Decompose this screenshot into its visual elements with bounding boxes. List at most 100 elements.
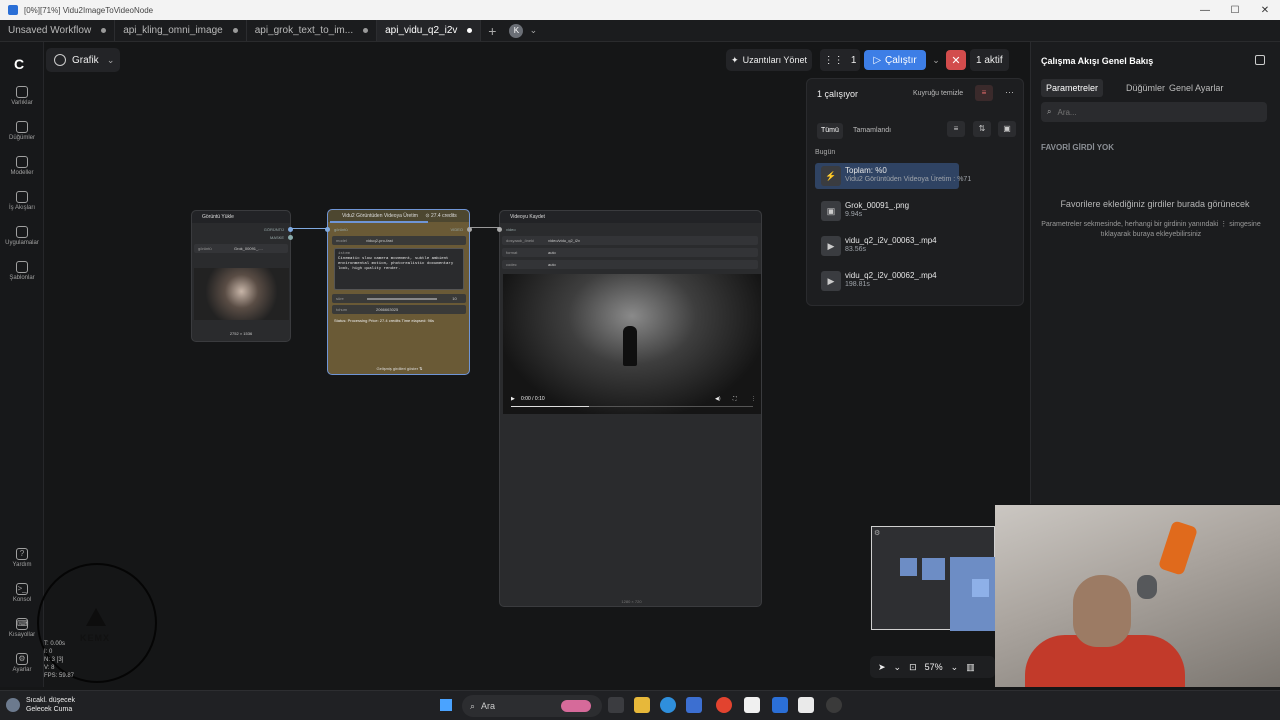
edge-icon[interactable] bbox=[660, 697, 676, 713]
tab-api-grok[interactable]: api_grok_text_to_im... bbox=[247, 20, 378, 41]
sort-icon[interactable]: ⇅ bbox=[973, 121, 991, 137]
active-jobs-badge[interactable]: 1 aktif bbox=[970, 49, 1009, 71]
duration-slider[interactable]: süre 10 bbox=[332, 294, 466, 303]
sidebar-item-assets[interactable]: Varlıklar bbox=[0, 86, 44, 106]
add-tab-button[interactable]: + bbox=[481, 20, 503, 41]
store-icon[interactable] bbox=[686, 697, 702, 713]
video-thumbnail-icon: ▶ bbox=[821, 236, 841, 256]
windows-start-icon[interactable] bbox=[440, 699, 452, 711]
sidebar-item-apps[interactable]: Uygulamalar bbox=[0, 226, 44, 246]
file-explorer-icon[interactable] bbox=[634, 697, 650, 713]
sidebar-item-settings[interactable]: ⚙ Ayarlar bbox=[0, 653, 44, 673]
video-more-icon[interactable]: ⋮ bbox=[751, 396, 756, 402]
queue-item[interactable]: ▶ vidu_q2_i2v_00063_.mp4 83.56s bbox=[815, 233, 1015, 259]
taskbar-search[interactable]: ⌕ Ara bbox=[462, 695, 602, 717]
play-icon[interactable]: ▶ bbox=[511, 396, 515, 402]
tab-nodes[interactable]: Düğümler bbox=[1121, 79, 1170, 97]
tab-label: api_vidu_q2_i2v bbox=[385, 25, 458, 36]
volume-icon[interactable]: ◀) bbox=[715, 396, 721, 402]
minimap-toggle-icon[interactable]: ▥ bbox=[966, 662, 975, 673]
video-player[interactable]: ▶ 0:00 / 0:10 ◀) ⛶ ⋮ bbox=[503, 274, 761, 414]
graph-label: Grafik bbox=[72, 54, 99, 66]
sidebar-item-help[interactable]: ? Yardım bbox=[0, 548, 44, 568]
unsaved-dot-icon bbox=[232, 28, 238, 33]
queue-tab-completed[interactable]: Tamamlandı bbox=[849, 123, 895, 139]
image-file-field[interactable]: görüntü Grok_00091_.... bbox=[194, 244, 288, 253]
clear-queue-button[interactable]: Kuyruğu temizle bbox=[913, 90, 963, 97]
sidebar-item-models[interactable]: Modeller bbox=[0, 156, 44, 176]
queue-item[interactable]: ▣ Grok_00091_.png 9.94s bbox=[815, 198, 1015, 224]
codec-select[interactable]: codec auto bbox=[502, 260, 758, 269]
format-select[interactable]: format auto bbox=[502, 248, 758, 257]
batch-count-stepper[interactable]: ⋮⋮ 1 bbox=[820, 49, 860, 71]
field-value: Grok_00091_.... bbox=[234, 246, 263, 251]
capcut-icon[interactable] bbox=[798, 697, 814, 713]
manage-extensions-button[interactable]: ✦ Uzantıları Yönet bbox=[726, 49, 812, 71]
chevron-down-icon[interactable]: ⌄ bbox=[894, 662, 902, 673]
maximize-icon[interactable]: ☐ bbox=[1220, 5, 1250, 16]
pointer-tool-icon[interactable]: ➤ bbox=[878, 662, 886, 673]
canvas-minimap[interactable]: ⚙ bbox=[871, 526, 996, 631]
model-select[interactable]: model viduq2-pro-fast bbox=[332, 236, 466, 245]
more-options-icon[interactable]: ⋯ bbox=[1005, 87, 1014, 98]
tab-global-settings[interactable]: Genel Ayarlar bbox=[1164, 79, 1228, 97]
slider-track bbox=[367, 297, 438, 300]
user-menu[interactable]: K ⌄ bbox=[503, 20, 545, 41]
chevron-down-icon[interactable]: ⌄ bbox=[951, 662, 959, 673]
gallery-icon[interactable]: ▣ bbox=[998, 121, 1016, 137]
prompt-textarea[interactable]: istem Cinematic slow camera movement, su… bbox=[334, 248, 464, 290]
search-input[interactable] bbox=[1057, 107, 1238, 117]
queue-tab-all[interactable]: Tümü bbox=[817, 123, 843, 139]
filename-prefix-field[interactable]: dosyaadı_öneki video/vidu_q2_i2v bbox=[502, 236, 758, 245]
image-dimensions: 2752 × 1536 bbox=[229, 331, 253, 336]
sidebar-item-console[interactable]: >_ Konsol bbox=[0, 583, 44, 603]
fullscreen-icon[interactable]: ⛶ bbox=[733, 396, 737, 402]
minimize-icon[interactable]: — bbox=[1190, 5, 1220, 16]
graph-mode-button[interactable]: Grafik ⌄ bbox=[46, 48, 120, 72]
fit-view-icon[interactable]: ⊡ bbox=[909, 662, 917, 673]
filter-icon[interactable]: ≡ bbox=[947, 121, 965, 137]
comfy-logo-icon[interactable]: C bbox=[14, 56, 24, 72]
sidebar-item-workflows[interactable]: İş Akışları bbox=[0, 191, 44, 211]
search-icon: ⌕ bbox=[470, 700, 476, 711]
video-progress[interactable] bbox=[511, 406, 753, 407]
node-load-image[interactable]: Görüntü Yükle GÖRÜNTÜ MASKE görüntü Grok_… bbox=[191, 210, 293, 342]
minimap-settings-icon[interactable]: ⚙ bbox=[874, 529, 880, 537]
cancel-run-button[interactable]: ✕ bbox=[946, 50, 966, 70]
close-window-icon[interactable]: ✕ bbox=[1250, 5, 1280, 16]
seed-stepper[interactable]: tohum 2066663025 bbox=[332, 305, 466, 314]
input-video-port[interactable] bbox=[497, 227, 502, 232]
output-mask-port[interactable] bbox=[288, 235, 293, 240]
tab-label: api_kling_omni_image bbox=[123, 25, 223, 36]
task-view-icon[interactable] bbox=[608, 697, 624, 713]
run-button[interactable]: ▷ Çalıştır bbox=[864, 50, 926, 70]
chrome-icon[interactable] bbox=[716, 697, 732, 713]
tab-api-vidu[interactable]: api_vidu_q2_i2v bbox=[377, 20, 482, 41]
input-image-label: görüntü bbox=[334, 227, 348, 232]
image-icon bbox=[16, 86, 28, 98]
show-advanced-inputs-button[interactable]: Gelişmiş girdileri göster ⇅ bbox=[328, 366, 471, 371]
puzzle-icon: ✦ bbox=[731, 54, 739, 65]
sidebar-item-templates[interactable]: Şablonlar bbox=[0, 261, 44, 281]
sidebar-item-label: Kısayollar bbox=[8, 632, 36, 638]
zoom-level[interactable]: 57% bbox=[925, 662, 943, 672]
sidebar-item-nodes[interactable]: Düğümler bbox=[0, 121, 44, 141]
queue-item[interactable]: ▶ vidu_q2_i2v_00062_.mp4 198.81s bbox=[815, 268, 1015, 294]
tab-unsaved-workflow[interactable]: Unsaved Workflow bbox=[0, 20, 116, 41]
dock-panel-icon[interactable] bbox=[1255, 55, 1265, 65]
comfy-app-icon[interactable] bbox=[772, 697, 788, 713]
obs-icon[interactable] bbox=[826, 697, 842, 713]
yandex-icon[interactable] bbox=[744, 697, 760, 713]
queue-item-running[interactable]: ⚡ Toplam: %0 Vidu2 Görüntüden Videoya Ür… bbox=[815, 163, 971, 189]
run-options-chevron-icon[interactable]: ⌄ bbox=[930, 55, 942, 66]
tab-parameters[interactable]: Parametreler bbox=[1041, 79, 1104, 97]
node-vidu2-image-to-video[interactable]: Vidu2 Görüntüden Videoya Üretim ⊙ 27.4 c… bbox=[325, 209, 472, 375]
play-icon: ▷ bbox=[873, 54, 882, 66]
queue-item-sub: 83.56s bbox=[845, 246, 867, 253]
weather-widget[interactable]: Sıcakl. düşecek Gelecek Cuma bbox=[6, 696, 75, 714]
run-label: Çalıştır bbox=[885, 54, 917, 66]
node-save-video[interactable]: Videoyu Kaydet video dosyaadı_öneki video… bbox=[497, 210, 762, 607]
clear-queue-icon[interactable]: ≡ bbox=[975, 85, 993, 101]
tab-api-kling[interactable]: api_kling_omni_image bbox=[115, 20, 247, 41]
field-label: dosyaadı_öneki bbox=[506, 238, 535, 243]
